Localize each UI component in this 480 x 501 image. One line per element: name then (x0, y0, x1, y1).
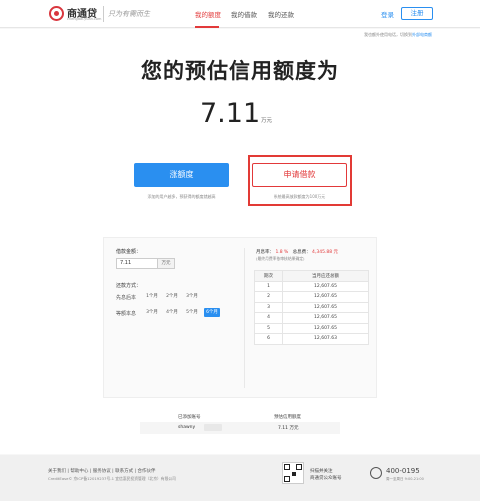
phone-icon (370, 467, 382, 479)
main-content: 我也额外使用电话，切换到外部电商额 您的预估信用额度为 7.11 万元 涨额度 … (0, 29, 480, 454)
repayment-schedule-table: 期次 当月应还总额 1 12,607.65 2 12,607.65 3 12,6… (254, 270, 369, 345)
logo-divider (103, 6, 104, 22)
raise-quota-note: 添加的用户越多，预获得的额度就越高 (147, 194, 216, 199)
apply-loan-button[interactable]: 申请借款 (252, 163, 347, 187)
login-link[interactable]: 登录 (381, 9, 394, 19)
logo-url: chengdai.yuan.com (67, 17, 102, 21)
table-row: 6 12,607.63 (254, 333, 369, 345)
service-phone: 400-0195 (386, 467, 420, 475)
table-row: 1 12,607.65 (254, 280, 369, 292)
amount-unit: 万元 (158, 258, 175, 269)
option-5-months[interactable]: 5个月 (184, 308, 200, 317)
calculator-divider (244, 248, 245, 388)
account-value: shawny (178, 425, 196, 430)
top-header: 商通贷 chengdai.yuan.com 只为有需而生 我的额度 我的借款 我… (0, 0, 480, 28)
rate-summary: 月息率： 1.8 % 总息费： 4,345.88 元 (256, 249, 338, 255)
period-cell: 3 (254, 301, 283, 313)
amount-input[interactable]: 7.11 (116, 258, 158, 269)
period-cell: 1 (254, 280, 283, 292)
method-interest-first: 先息后本 (116, 295, 137, 301)
amount-cell: 12,607.65 (282, 312, 369, 324)
period-cell: 2 (254, 291, 283, 303)
option-1-month[interactable]: 1个月 (144, 292, 160, 301)
footer-copyright: CreditEase© 京ICP备12019237号-1 宜信惠民投资管理（北京… (48, 476, 176, 481)
table-row: 4 12,607.65 (254, 312, 369, 324)
method-label: 还款方式： (116, 283, 142, 289)
top-note-link[interactable]: 外部电商额 (412, 32, 432, 37)
top-note: 我也额外使用电话，切换到外部电商额 (364, 32, 432, 38)
option-3-months[interactable]: 3个月 (184, 292, 200, 301)
column-header-monthly-total: 当月应还总额 (282, 270, 369, 282)
table-row: 2 12,607.65 (254, 291, 369, 303)
credit-amount: 7.11 (200, 98, 261, 129)
footer-links[interactable]: 关于我们 | 帮助中心 | 服务协议 | 联系方式 | 合作伙伴 (48, 468, 156, 474)
column-header-period: 期次 (254, 270, 283, 282)
slogan: 只为有需而生 (108, 10, 150, 18)
interest-value: 4,345.88 元 (312, 250, 339, 255)
credit-value: 7.11 万元 (278, 426, 299, 431)
table-row: 3 12,607.65 (254, 301, 369, 313)
register-button[interactable]: 注册 (401, 7, 433, 20)
nav-my-loans[interactable]: 我的借款 (231, 9, 257, 19)
account-row (140, 422, 340, 434)
amount-label: 借款金额： (116, 249, 142, 255)
rate-label: 月息率： (256, 250, 274, 255)
rate-note: (最终月费率依审核结果确定) (256, 256, 305, 261)
table-header-row: 期次 当月应还总额 (254, 270, 369, 282)
qr-code-icon (282, 462, 304, 484)
table-row: 5 12,607.65 (254, 322, 369, 334)
top-note-text: 我也额外使用电话，切换到 (364, 32, 412, 37)
nav-active-indicator (195, 26, 219, 28)
option-4-months[interactable]: 4个月 (164, 308, 180, 317)
period-cell: 6 (254, 333, 283, 345)
period-cell: 4 (254, 312, 283, 324)
rate-value: 1.8 % (275, 250, 289, 255)
amount-cell: 12,607.63 (282, 333, 369, 345)
follow-line-2: 商通贷公众账号 (310, 476, 342, 481)
service-hours: 周一至周日 9:00-21:00 (386, 477, 424, 481)
credit-header: 预估信用额度 (274, 415, 301, 420)
logo-icon[interactable] (49, 6, 64, 21)
nav-my-repayments[interactable]: 我的还款 (268, 9, 294, 19)
follow-text: 扫描并关注 商通贷公众账号 (310, 468, 342, 482)
page-title: 您的预估信用额度为 (141, 59, 339, 83)
amount-cell: 12,607.65 (282, 301, 369, 313)
option-6-months-selected[interactable]: 6个月 (204, 308, 220, 317)
account-header: 已添加账号 (178, 415, 201, 420)
option-2-months[interactable]: 2个月 (164, 292, 180, 301)
footer: 关于我们 | 帮助中心 | 服务协议 | 联系方式 | 合作伙伴 CreditE… (0, 455, 480, 501)
interest-label: 总息费： (292, 250, 311, 255)
raise-quota-button[interactable]: 涨额度 (134, 163, 229, 187)
method-equal-installment: 等额本息 (116, 311, 137, 317)
loan-calculator: 借款金额： 7.11 万元 还款方式： 先息后本 1个月 2个月 3个月 等额本… (103, 237, 377, 398)
amount-cell: 12,607.65 (282, 291, 369, 303)
apply-loan-note: 系统最高放款额度为100万元 (273, 194, 326, 199)
added-accounts-summary: 已添加账号 预估信用额度 shawny 7.11 万元 (140, 414, 340, 439)
period-cell: 5 (254, 322, 283, 334)
amount-cell: 12,607.65 (282, 280, 369, 292)
account-tag (204, 424, 222, 431)
credit-amount-unit: 万元 (261, 118, 273, 124)
follow-line-1: 扫描并关注 (310, 469, 333, 474)
nav-my-quota[interactable]: 我的额度 (195, 9, 221, 19)
amount-cell: 12,607.65 (282, 322, 369, 334)
option-3-months-b[interactable]: 3个月 (144, 308, 160, 317)
